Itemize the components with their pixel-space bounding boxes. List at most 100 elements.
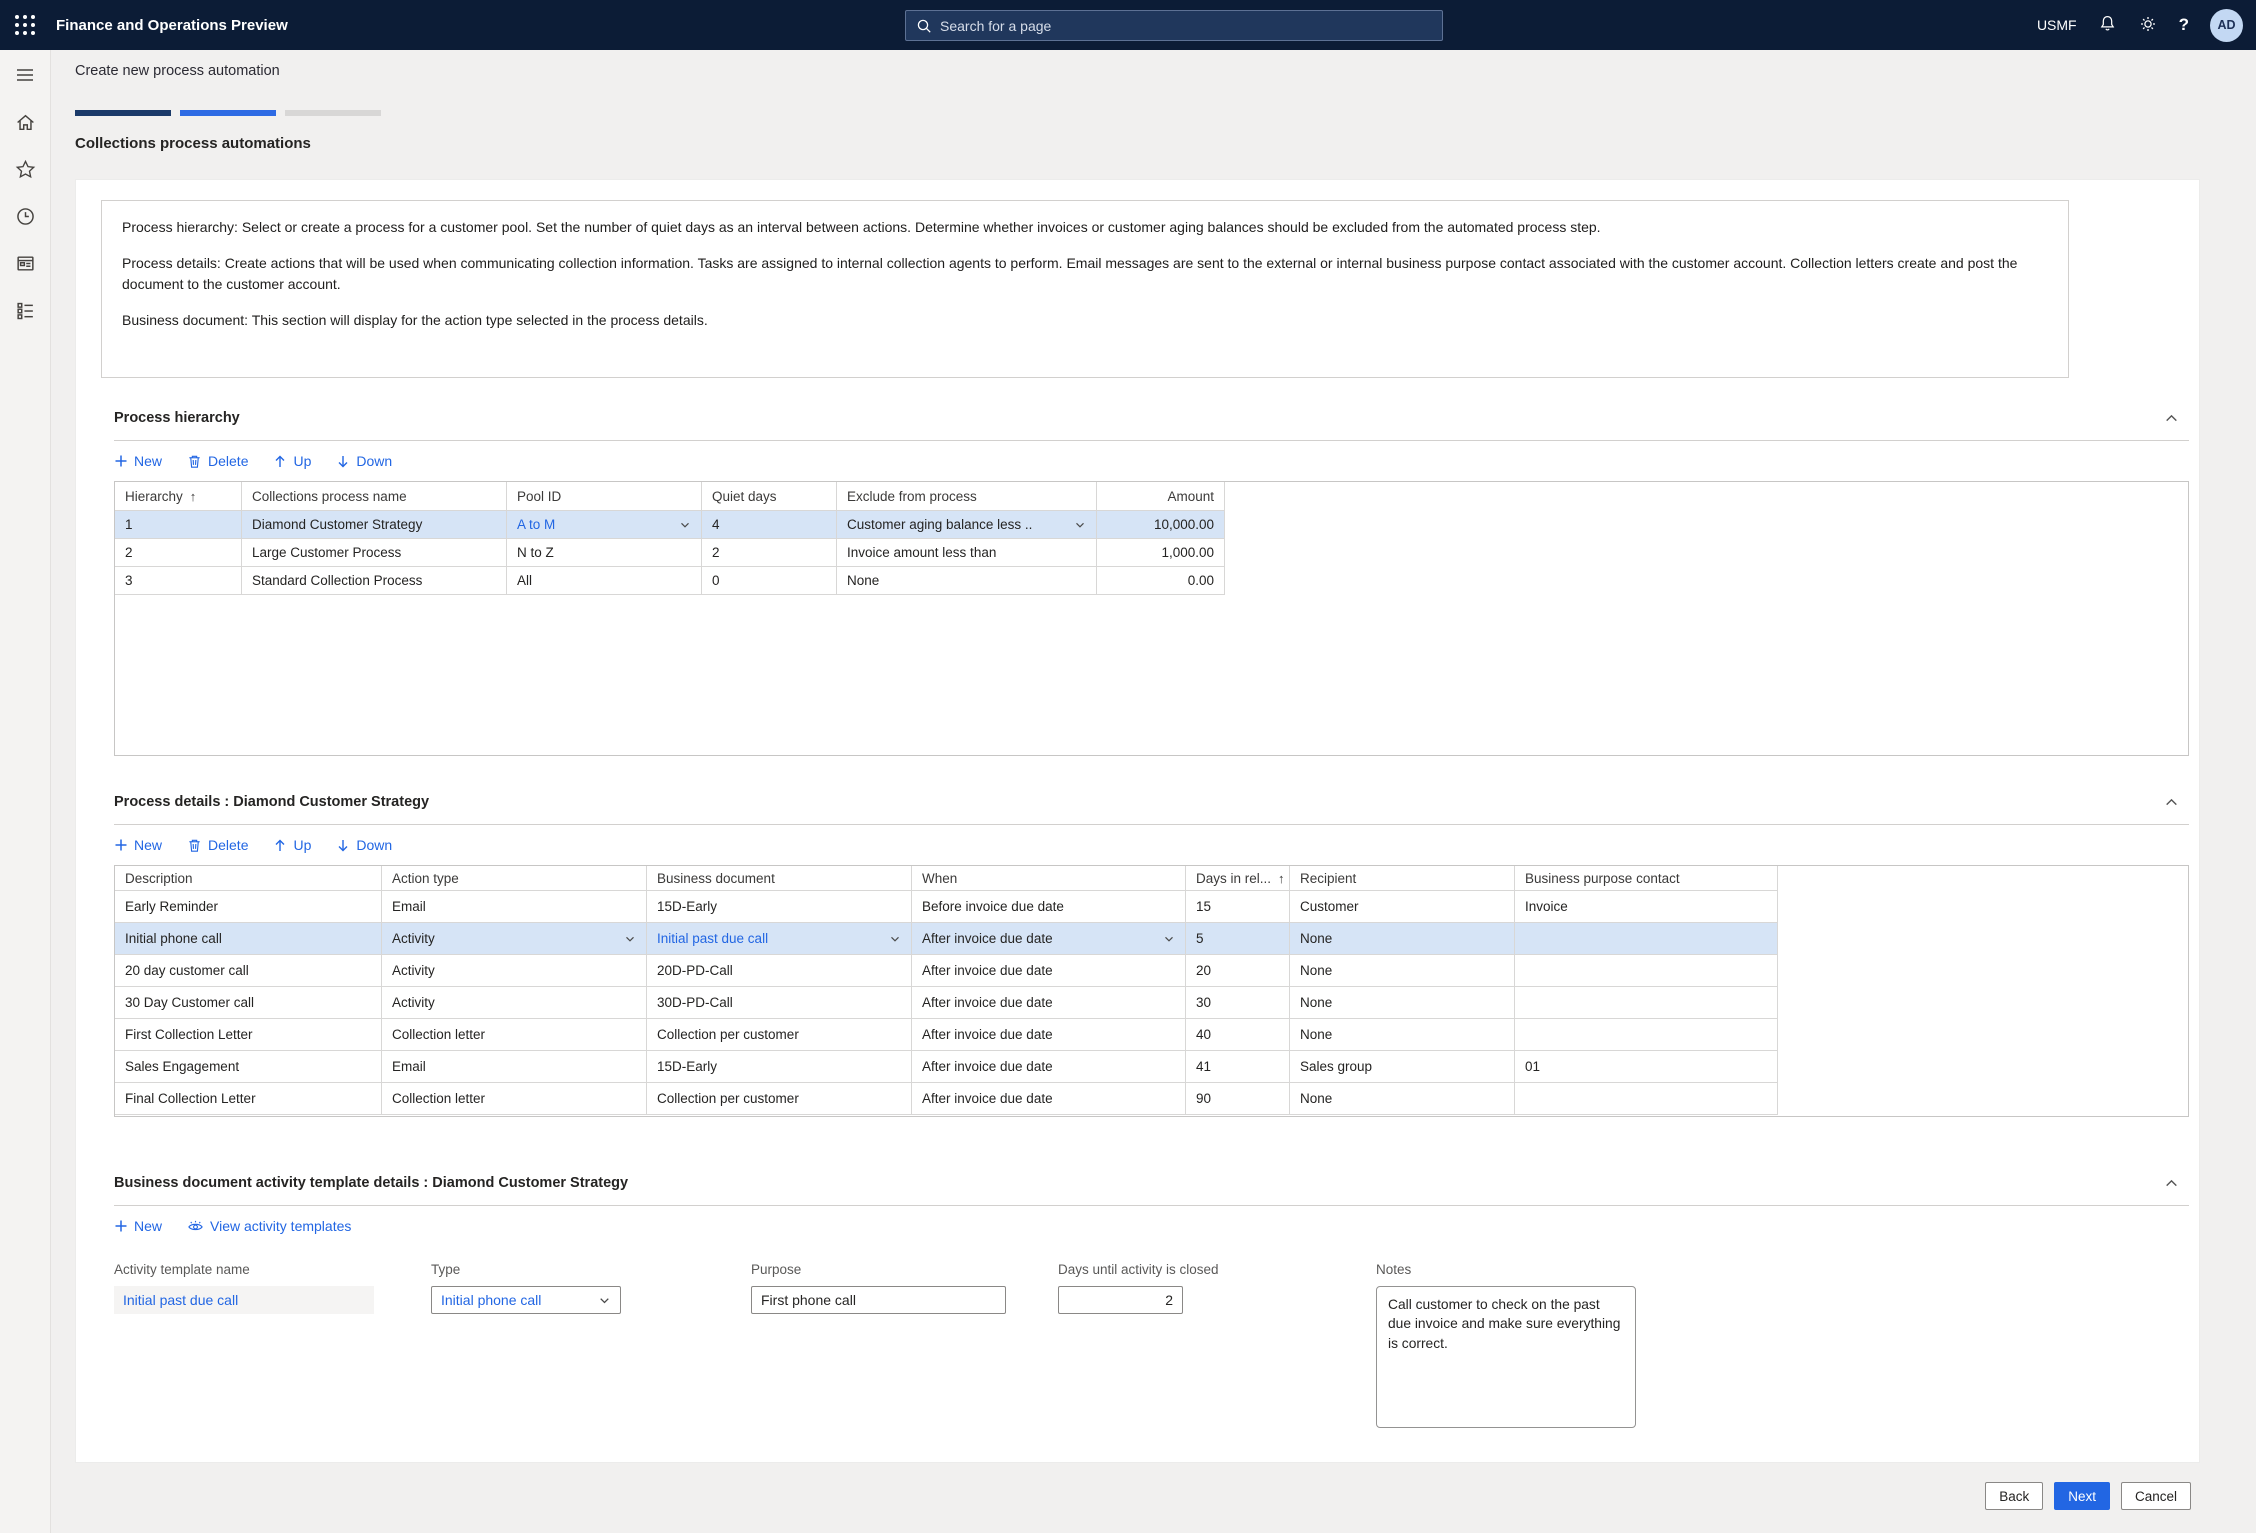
notes-field[interactable]: Call customer to check on the past due i… — [1376, 1286, 1636, 1428]
cell-bpc[interactable] — [1515, 955, 1778, 986]
cell-when[interactable]: After invoice due date — [912, 1083, 1186, 1114]
column-header-name[interactable]: Collections process name — [242, 482, 507, 510]
cell-recipient[interactable]: None — [1290, 1019, 1515, 1050]
cell-exclude-combobox[interactable]: Customer aging balance less .. — [837, 511, 1097, 538]
app-launcher-button[interactable] — [0, 0, 50, 50]
column-header-business-document[interactable]: Business document — [647, 866, 912, 890]
column-header-exclude[interactable]: Exclude from process — [837, 482, 1097, 510]
cell-days[interactable]: 15 — [1186, 891, 1290, 922]
cell-business-document[interactable]: 30D-PD-Call — [647, 987, 912, 1018]
cell-business-document[interactable]: 15D-Early — [647, 1051, 912, 1082]
cell-description[interactable]: 30 Day Customer call — [115, 987, 382, 1018]
chevron-down-icon[interactable] — [889, 933, 901, 945]
chevron-down-icon[interactable] — [1074, 519, 1086, 531]
collapse-section-button[interactable] — [2161, 1173, 2181, 1193]
cell-days[interactable]: 30 — [1186, 987, 1290, 1018]
column-header-pool[interactable]: Pool ID — [507, 482, 702, 510]
table-row[interactable]: Final Collection Letter Collection lette… — [115, 1083, 1778, 1115]
column-header-amount[interactable]: Amount — [1097, 482, 1225, 510]
cell-quiet-days[interactable]: 4 — [702, 511, 837, 538]
cell-recipient[interactable]: Customer — [1290, 891, 1515, 922]
cell-action-type[interactable]: Activity — [382, 955, 647, 986]
cell-recipient[interactable]: Sales group — [1290, 1051, 1515, 1082]
cell-quiet-days[interactable]: 2 — [702, 539, 837, 566]
table-row[interactable]: 3 Standard Collection Process All 0 None… — [115, 567, 1225, 595]
activity-template-name-field[interactable]: Initial past due call — [114, 1286, 374, 1314]
cell-recipient[interactable]: None — [1290, 923, 1515, 954]
user-avatar[interactable]: AD — [2210, 9, 2243, 42]
column-header-recipient[interactable]: Recipient — [1290, 866, 1515, 890]
cell-description[interactable]: First Collection Letter — [115, 1019, 382, 1050]
workspaces-list-icon[interactable] — [14, 299, 36, 321]
cell-when[interactable]: After invoice due date — [912, 955, 1186, 986]
cell-bpc[interactable]: 01 — [1515, 1051, 1778, 1082]
column-header-bpc[interactable]: Business purpose contact — [1515, 866, 1778, 890]
cell-description[interactable]: Initial phone call — [115, 923, 382, 954]
help-icon[interactable]: ? — [2179, 15, 2189, 35]
new-button[interactable]: New — [114, 837, 162, 853]
cell-process-name[interactable]: Standard Collection Process — [242, 567, 507, 594]
view-activity-templates-button[interactable]: View activity templates — [187, 1218, 351, 1235]
move-up-button[interactable]: Up — [273, 837, 311, 853]
days-until-closed-field[interactable] — [1058, 1286, 1183, 1314]
cell-hierarchy[interactable]: 1 — [115, 511, 242, 538]
column-header-when[interactable]: When — [912, 866, 1186, 890]
column-header-quiet-days[interactable]: Quiet days — [702, 482, 837, 510]
cell-business-document[interactable]: 20D-PD-Call — [647, 955, 912, 986]
cell-when[interactable]: Before invoice due date — [912, 891, 1186, 922]
back-button[interactable]: Back — [1985, 1482, 2043, 1510]
company-picker[interactable]: USMF — [2037, 17, 2077, 33]
table-row[interactable]: First Collection Letter Collection lette… — [115, 1019, 1778, 1051]
cell-action-type[interactable]: Activity — [382, 987, 647, 1018]
cell-action-type[interactable]: Email — [382, 1051, 647, 1082]
cell-exclude[interactable]: Invoice amount less than — [837, 539, 1097, 566]
table-row[interactable]: Sales Engagement Email 15D-Early After i… — [115, 1051, 1778, 1083]
cell-pool-id[interactable]: N to Z — [507, 539, 702, 566]
hamburger-menu-icon[interactable] — [14, 64, 36, 86]
cell-action-type[interactable]: Email — [382, 891, 647, 922]
favorites-star-icon[interactable] — [14, 158, 36, 180]
search-input[interactable]: Search for a page — [905, 10, 1443, 41]
cell-quiet-days[interactable]: 0 — [702, 567, 837, 594]
cell-bpc[interactable] — [1515, 987, 1778, 1018]
cell-action-type[interactable]: Collection letter — [382, 1083, 647, 1114]
cell-hierarchy[interactable]: 3 — [115, 567, 242, 594]
cell-amount[interactable]: 1,000.00 — [1097, 539, 1225, 566]
table-row[interactable]: 20 day customer call Activity 20D-PD-Cal… — [115, 955, 1778, 987]
cell-business-document-combobox[interactable]: Initial past due call — [647, 923, 912, 954]
type-dropdown[interactable]: Initial phone call — [431, 1286, 621, 1314]
column-header-hierarchy[interactable]: Hierarchy↑ — [115, 482, 242, 510]
cell-pool-id-combobox[interactable]: A to M — [507, 511, 702, 538]
notifications-bell-icon[interactable] — [2098, 14, 2117, 36]
delete-button[interactable]: Delete — [187, 837, 248, 853]
chevron-down-icon[interactable] — [624, 933, 636, 945]
settings-gear-icon[interactable] — [2138, 14, 2158, 37]
new-button[interactable]: New — [114, 1218, 162, 1234]
table-row[interactable]: 30 Day Customer call Activity 30D-PD-Cal… — [115, 987, 1778, 1019]
cell-action-type-combobox[interactable]: Activity — [382, 923, 647, 954]
cell-business-document[interactable]: Collection per customer — [647, 1019, 912, 1050]
cell-days[interactable]: 41 — [1186, 1051, 1290, 1082]
cell-description[interactable]: Sales Engagement — [115, 1051, 382, 1082]
cell-action-type[interactable]: Collection letter — [382, 1019, 647, 1050]
cell-days[interactable]: 5 — [1186, 923, 1290, 954]
delete-button[interactable]: Delete — [187, 453, 248, 469]
next-button[interactable]: Next — [2054, 1482, 2110, 1510]
cell-business-document[interactable]: 15D-Early — [647, 891, 912, 922]
move-up-button[interactable]: Up — [273, 453, 311, 469]
cell-process-name[interactable]: Large Customer Process — [242, 539, 507, 566]
collapse-section-button[interactable] — [2161, 408, 2181, 428]
cancel-button[interactable]: Cancel — [2121, 1482, 2191, 1510]
cell-bpc[interactable] — [1515, 1019, 1778, 1050]
table-row-selected[interactable]: 1 Diamond Customer Strategy A to M 4 Cus… — [115, 511, 1225, 539]
cell-when[interactable]: After invoice due date — [912, 1051, 1186, 1082]
chevron-down-icon[interactable] — [679, 519, 691, 531]
cell-business-document[interactable]: Collection per customer — [647, 1083, 912, 1114]
collapse-section-button[interactable] — [2161, 792, 2181, 812]
cell-exclude[interactable]: None — [837, 567, 1097, 594]
new-button[interactable]: New — [114, 453, 162, 469]
table-row[interactable]: Early Reminder Email 15D-Early Before in… — [115, 891, 1778, 923]
column-header-description[interactable]: Description — [115, 866, 382, 890]
cell-recipient[interactable]: None — [1290, 987, 1515, 1018]
cell-recipient[interactable]: None — [1290, 955, 1515, 986]
